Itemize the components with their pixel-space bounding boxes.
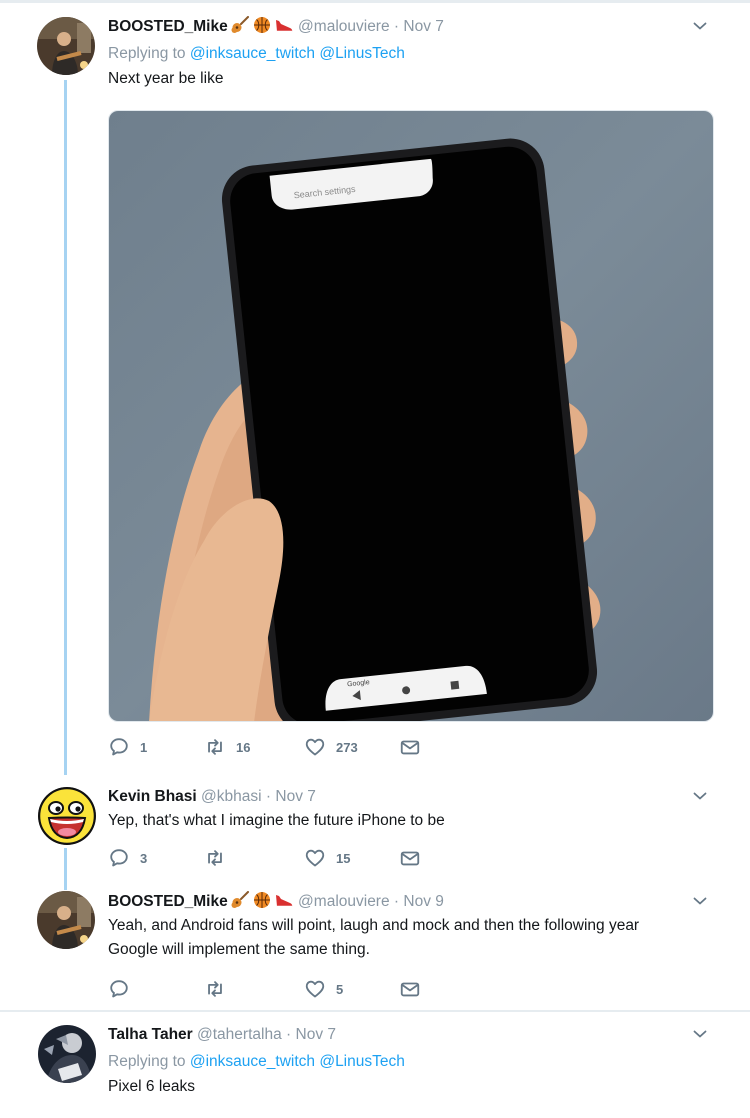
- retweet-icon: [204, 978, 226, 1000]
- like-button[interactable]: 273: [304, 735, 358, 759]
- chevron-down-icon[interactable]: [692, 788, 708, 804]
- tweet-text-line: Yeah, and Android fans will point, laugh…: [108, 917, 640, 934]
- top-border: [0, 0, 750, 3]
- display-name[interactable]: Talha Taher: [108, 1026, 193, 1043]
- tweet-text: Yeah, and Android fans will point, laugh…: [108, 914, 714, 962]
- retweet-button[interactable]: [204, 846, 236, 870]
- retweet-icon: [204, 847, 226, 869]
- thread-connector: [64, 848, 67, 890]
- like-count: 273: [336, 739, 358, 755]
- chevron-down-icon[interactable]: [692, 893, 708, 909]
- tweet-actions: 1 16 273: [108, 735, 528, 759]
- heart-icon: [304, 978, 326, 1000]
- mention-link[interactable]: @inksauce_twitch: [190, 1053, 315, 1070]
- user-handle[interactable]: @tahertalha: [197, 1026, 282, 1043]
- reply-button[interactable]: 1: [108, 735, 147, 759]
- tweet-date[interactable]: Nov 9: [403, 893, 444, 910]
- chevron-down-icon[interactable]: [692, 1026, 708, 1042]
- reply-count: 1: [140, 739, 148, 755]
- tweet-header: Talha Taher @tahertalha · Nov 7: [108, 1024, 714, 1046]
- separator-dot: ·: [265, 788, 272, 805]
- retweet-icon: [204, 736, 226, 758]
- sneaker-icon: [274, 16, 294, 34]
- reply-icon: [108, 978, 130, 1000]
- tweet-text: Pixel 6 leaks: [108, 1078, 196, 1095]
- reply-count: 3: [140, 850, 148, 866]
- like-count: 5: [336, 981, 344, 997]
- envelope-icon: [399, 736, 421, 758]
- envelope-icon: [399, 978, 421, 1000]
- retweet-button[interactable]: 16: [204, 735, 250, 759]
- tweet-actions: 3 15: [108, 846, 528, 870]
- display-name[interactable]: BOOSTED_Mike: [108, 18, 228, 35]
- sneaker-icon: [274, 891, 294, 909]
- replying-to: Replying to @inksauce_twitch @LinusTech: [108, 1051, 714, 1073]
- tweet-date[interactable]: Nov 7: [296, 1026, 337, 1043]
- direct-message-button[interactable]: [399, 846, 421, 870]
- avatar[interactable]: [38, 787, 96, 845]
- heart-icon: [304, 736, 326, 758]
- direct-message-button[interactable]: [399, 977, 421, 1001]
- tweet-header: BOOSTED_Mike @malouviere · Nov 7: [108, 16, 714, 38]
- separator-dot: ·: [286, 1026, 292, 1043]
- tweet-actions: 5: [108, 977, 528, 1001]
- direct-message-button[interactable]: [399, 735, 421, 759]
- display-name[interactable]: BOOSTED_Mike: [108, 893, 228, 910]
- like-button[interactable]: 5: [304, 977, 343, 1001]
- basketball-icon: [252, 16, 272, 34]
- guitar-icon: [230, 891, 250, 909]
- replying-to: Replying to @inksauce_twitch @LinusTech: [108, 43, 714, 65]
- tweet-date[interactable]: Nov 7: [275, 788, 316, 805]
- replying-to-label: Replying to: [108, 1053, 186, 1070]
- tweet-text: Yep, that's what I imagine the future iP…: [108, 812, 445, 829]
- basketball-icon: [252, 891, 272, 909]
- envelope-icon: [399, 847, 421, 869]
- tweet-text-line: Google will implement the same thing.: [108, 941, 370, 958]
- guitar-icon: [230, 16, 250, 34]
- like-count: 15: [336, 850, 351, 866]
- tweet-header: Kevin Bhasi @kbhasi · Nov 7: [108, 786, 714, 808]
- mention-link[interactable]: @LinusTech: [319, 45, 405, 62]
- replying-to-label: Replying to: [108, 45, 186, 62]
- separator-dot: ·: [393, 18, 400, 35]
- retweet-count: 16: [236, 739, 251, 755]
- retweet-button[interactable]: [204, 977, 236, 1001]
- mention-link[interactable]: @inksauce_twitch: [190, 45, 315, 62]
- reply-icon: [108, 736, 130, 758]
- tweet-divider: [0, 1010, 750, 1012]
- user-handle[interactable]: @kbhasi: [201, 788, 262, 805]
- user-handle[interactable]: @malouviere: [298, 893, 390, 910]
- like-button[interactable]: 15: [304, 846, 350, 870]
- chevron-down-icon[interactable]: [692, 18, 708, 34]
- tweet-text: Next year be like: [108, 70, 224, 87]
- reply-button[interactable]: 3: [108, 846, 147, 870]
- mention-link[interactable]: @LinusTech: [319, 1053, 405, 1070]
- tweet-header: BOOSTED_Mike @malouviere · Nov 9: [108, 891, 714, 913]
- user-handle[interactable]: @malouviere: [298, 18, 390, 35]
- tweet-image[interactable]: Search settings Google: [108, 110, 714, 722]
- avatar[interactable]: [37, 17, 95, 75]
- avatar[interactable]: [38, 1025, 96, 1083]
- reply-button[interactable]: [108, 977, 140, 1001]
- separator-dot: ·: [393, 893, 400, 910]
- tweet-date[interactable]: Nov 7: [403, 18, 444, 35]
- thread-connector: [64, 80, 67, 775]
- heart-icon: [304, 847, 326, 869]
- display-name[interactable]: Kevin Bhasi: [108, 788, 197, 805]
- reply-icon: [108, 847, 130, 869]
- avatar[interactable]: [37, 891, 95, 949]
